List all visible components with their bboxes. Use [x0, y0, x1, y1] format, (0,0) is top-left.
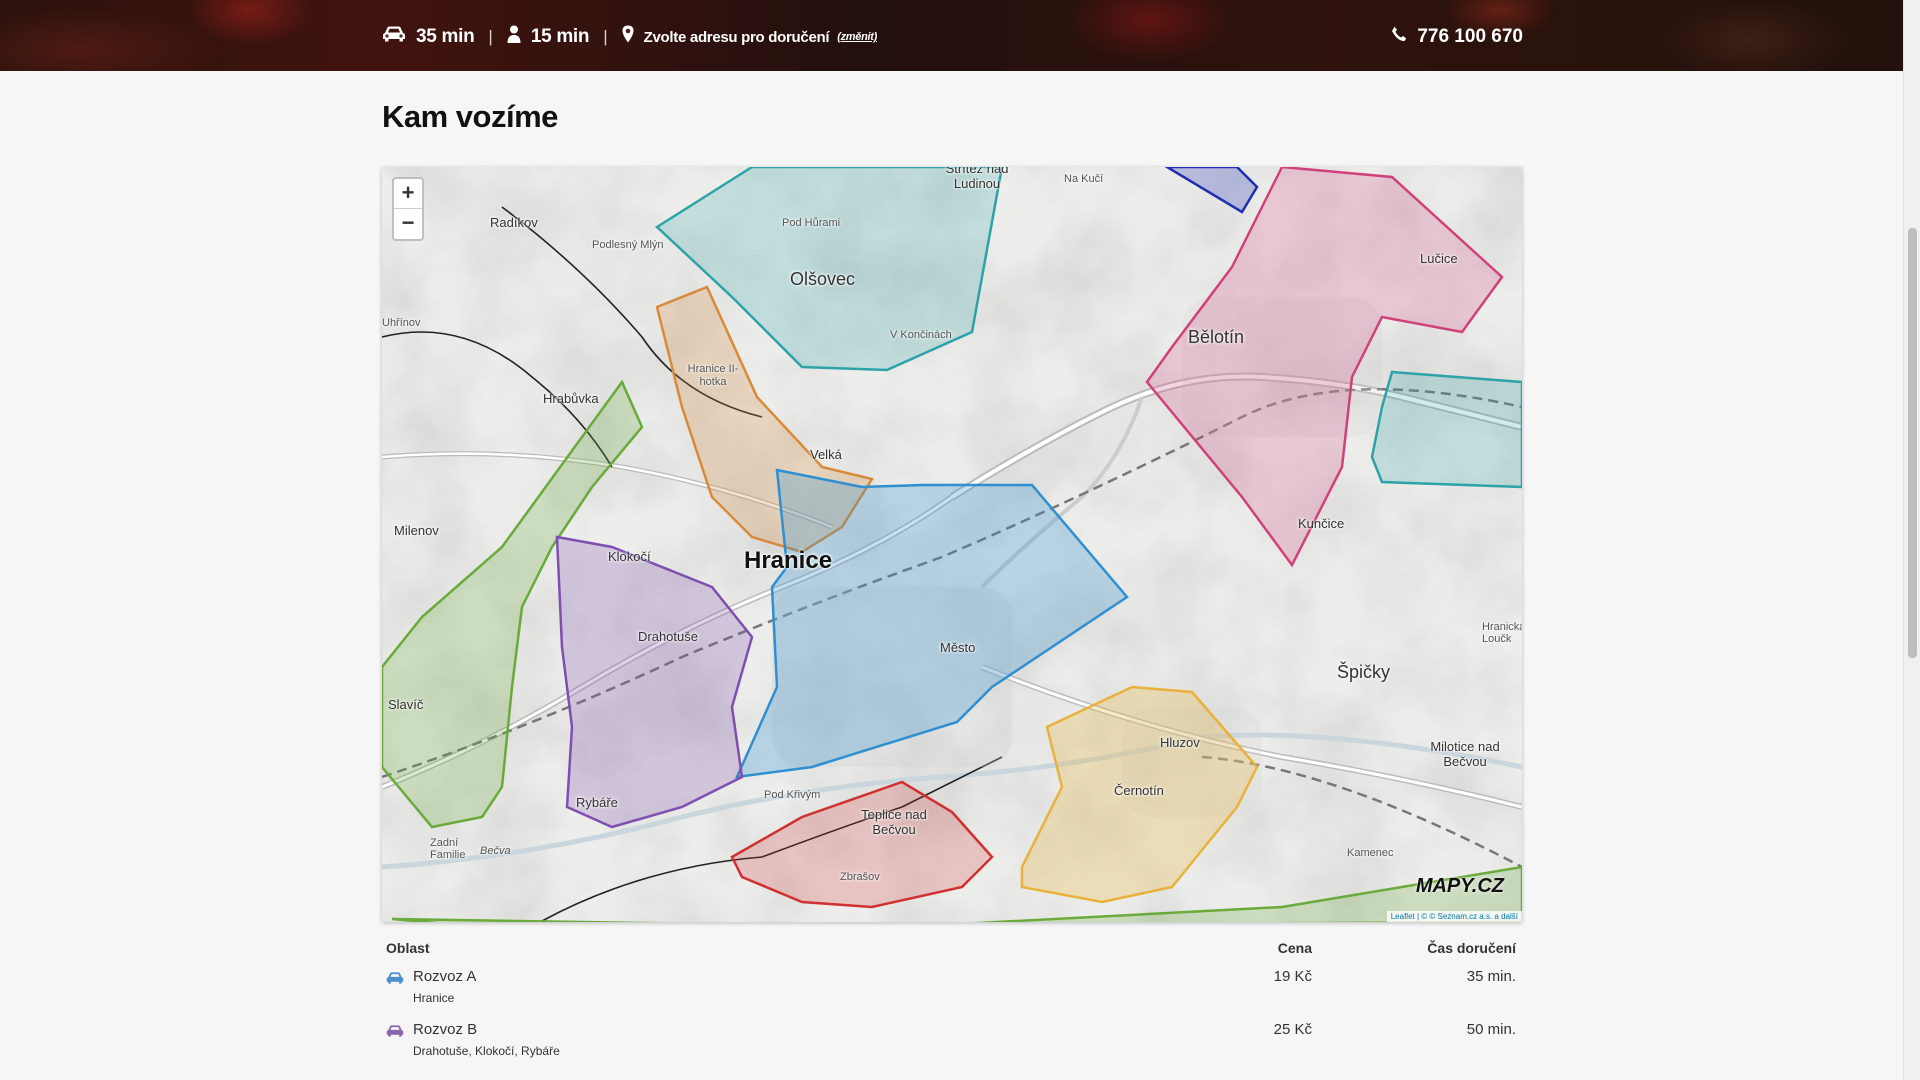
- map-label-pod-hurami: Pod Hůrami: [782, 217, 841, 229]
- map-layer: [382, 167, 1522, 922]
- car-delivery-time: 35 min: [382, 25, 475, 49]
- separator: |: [488, 27, 493, 46]
- col-price: Cena: [1277, 940, 1312, 956]
- delivery-address[interactable]: Zvolte adresu pro doručení (změnit): [622, 25, 877, 49]
- phone-text[interactable]: 776 100 670: [1417, 26, 1523, 48]
- person-icon: [507, 25, 521, 49]
- car-icon: [386, 1025, 404, 1037]
- zone-price: 25 Kč: [1273, 1021, 1312, 1038]
- phone-number[interactable]: 776 100 670: [1391, 26, 1523, 48]
- map-label-milotice: Milotice nad Bečvou: [1430, 739, 1500, 769]
- address-prompt[interactable]: Zvolte adresu pro doručení: [644, 29, 830, 46]
- walk-time-text: 15 min: [530, 26, 590, 47]
- map-label-klokoci: Klokočí: [608, 549, 651, 564]
- map-label-cernotin: Černotín: [1114, 783, 1164, 798]
- map-label-mesto: Město: [940, 640, 976, 655]
- walk-pickup-time: 15 min: [507, 25, 590, 49]
- map-label-teplice: Teplice nad Bečvou: [861, 807, 927, 837]
- zone-time: 35 min.: [1466, 968, 1516, 985]
- zone-name: Rozvoz A: [413, 968, 477, 985]
- zone-name: Rozvoz B: [413, 1021, 478, 1038]
- map-label-rybare: Rybáře: [576, 795, 618, 810]
- map-label-drahotuse: Drahotuše: [638, 629, 698, 644]
- map-label-spicky: Špičky: [1337, 662, 1391, 682]
- zone-places: Drahotuše, Klokočí, Rybáře: [413, 1044, 560, 1058]
- map-label-podlesny: Podlesný Mlýn: [592, 239, 664, 251]
- map-label-lucice: Lučice: [1420, 251, 1458, 266]
- map-attribution[interactable]: Leaflet | © © Seznam.cz a.s. a další: [1386, 911, 1522, 922]
- zoom-control: + −: [392, 177, 424, 241]
- header-info: 35 min | 15 min | Zvolte adresu pro doru…: [382, 22, 1523, 52]
- table-header: Oblast Cena Čas doručení: [382, 934, 1522, 964]
- map-label-velka: Velká: [810, 447, 842, 462]
- map-label-belotin: Bělotín: [1188, 327, 1245, 347]
- table-row: Rozvoz B Drahotuše, Klokočí, Rybáře 25 K…: [382, 1017, 1522, 1070]
- zoom-in-button[interactable]: +: [394, 179, 422, 209]
- car-icon: [382, 25, 406, 49]
- map-label-zbrasov: Zbrašov: [840, 871, 880, 883]
- map-label-hranice-ii: Hranice II-hotka: [687, 363, 739, 388]
- separator: |: [603, 27, 608, 46]
- map-label-radikov: Radíkov: [490, 215, 538, 230]
- map-label-strizez: Střítež nad Ludinou: [945, 167, 1009, 191]
- col-time: Čas doručení: [1427, 940, 1516, 956]
- car-time-text: 35 min: [416, 26, 475, 47]
- zoom-out-button[interactable]: −: [394, 209, 422, 239]
- map-label-zadni-familie: Zadní Familie: [430, 837, 466, 861]
- zone-time: 50 min.: [1466, 1021, 1516, 1038]
- car-icon: [386, 972, 404, 984]
- phone-icon: [1391, 26, 1407, 48]
- map-label-uhrinov: Uhřínov: [382, 317, 421, 329]
- map-label-hranicka: Hranická Loučk: [1482, 621, 1522, 645]
- map-label-milenov: Milenov: [394, 523, 439, 538]
- page-scrollbar[interactable]: [1903, 0, 1920, 1080]
- map-label-hrabuvka: Hrabůvka: [543, 391, 599, 406]
- col-area: Oblast: [386, 940, 430, 956]
- delivery-zones-table: Oblast Cena Čas doručení Rozvoz A Hranic…: [382, 934, 1522, 1070]
- zone-places: Hranice: [413, 991, 455, 1005]
- table-row: Rozvoz A Hranice 19 Kč 35 min.: [382, 964, 1522, 1017]
- page-title: Kam vozíme: [382, 99, 558, 134]
- map-label-slavic: Slavíč: [388, 697, 424, 712]
- map-label-becva: Bečva: [480, 845, 511, 857]
- map-label-kunice: Kunčice: [1298, 516, 1345, 531]
- header-bar: 35 min | 15 min | Zvolte adresu pro doru…: [0, 0, 1903, 71]
- map-label-v-koncinach: V Končinách: [890, 329, 952, 341]
- delivery-map[interactable]: + − Hranice Olšovec Bělotín Špičky Černo…: [382, 167, 1522, 922]
- map-label-olsovec: Olšovec: [790, 269, 856, 289]
- change-address-link[interactable]: (změnit): [837, 31, 877, 43]
- mapy-cz-logo[interactable]: MAPY.CZ: [1416, 875, 1504, 898]
- map-label-kamenec: Kamenec: [1347, 847, 1394, 859]
- map-label-na-kuci: Na Kučí: [1064, 173, 1104, 185]
- map-label-hluzov: Hluzov: [1160, 735, 1200, 750]
- map-label-pod-krivym: Pod Křivým: [764, 789, 821, 801]
- map-label-hranice: Hranice: [744, 547, 833, 574]
- map-pin-icon: [622, 25, 634, 49]
- scrollbar-thumb[interactable]: [1908, 228, 1917, 658]
- zone-price: 19 Kč: [1273, 968, 1312, 985]
